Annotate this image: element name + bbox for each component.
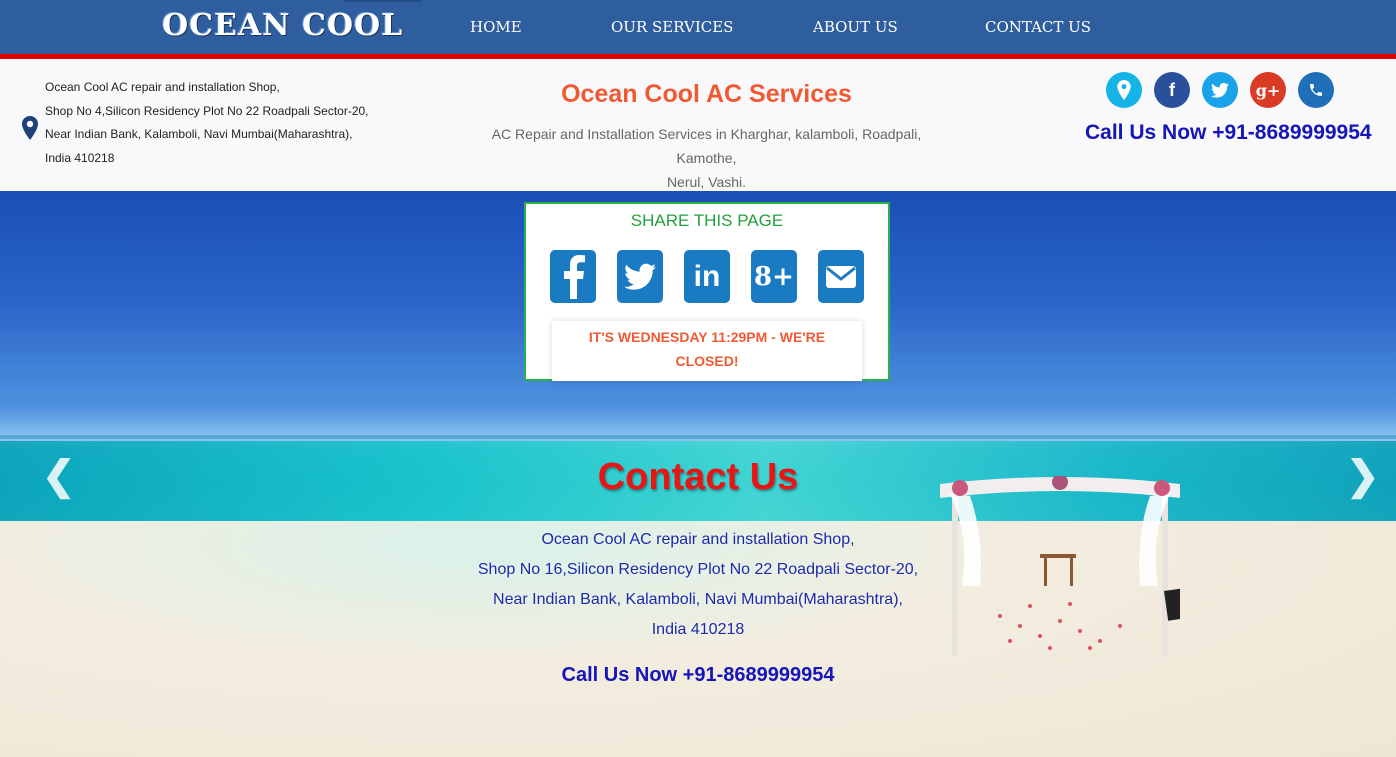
address-line: Shop No 4,Silicon Residency Plot No 22 R… [45,103,369,118]
share-email-icon[interactable] [818,250,864,303]
share-linkedin-icon[interactable]: in [684,250,730,303]
hero-horizon [0,435,1396,439]
phone-icon[interactable] [1298,72,1334,108]
opening-status-text: IT'S WEDNESDAY 11:29PM - WE'RE CLOSED! [552,325,862,373]
contact-address: Ocean Cool AC repair and installation Sh… [0,525,1396,645]
subtitle-line: AC Repair and Installation Services in K… [491,126,922,166]
contact-address-line: India 410218 [651,621,745,638]
contact-address-line: Near Indian Bank, Kalamboli, Navi Mumbai… [493,591,903,608]
page-title: Ocean Cool AC Services [561,80,852,108]
address-line: Ocean Cool AC repair and installation Sh… [45,80,280,94]
share-title: SHARE THIS PAGE [630,211,784,230]
contact-title: Contact Us [597,456,799,498]
nav-about-us[interactable]: ABOUT US [813,18,898,36]
twitter-icon[interactable] [1202,72,1238,108]
share-google-plus-icon[interactable]: 8+ [751,250,797,303]
status-line: CLOSED! [675,353,739,369]
nav-contact-us[interactable]: CONTACT US [985,18,1091,36]
contact-address-line: Shop No 16,Silicon Residency Plot No 22 … [477,561,919,578]
share-box: SHARE THIS PAGE in 8+ IT'S WEDNESDAY 11:… [524,202,890,381]
contact-address-line: Ocean Cool AC repair and installation Sh… [541,531,855,548]
opening-status-box: IT'S WEDNESDAY 11:29PM - WE'RE CLOSED! [552,321,862,381]
page-subtitle: AC Repair and Installation Services in K… [466,122,947,194]
share-twitter-icon[interactable] [617,250,663,303]
facebook-icon[interactable]: f [1154,72,1190,108]
status-line: IT'S WEDNESDAY 11:29PM - WE'RE [588,329,826,345]
logo-tab-marker [344,0,421,2]
map-pin-icon [22,116,38,140]
nav-home[interactable]: HOME [470,18,522,36]
location-icon[interactable] [1106,72,1142,108]
address-line: India 410218 [45,150,115,165]
google-plus-icon[interactable]: g+ [1250,72,1286,108]
call-now-header[interactable]: Call Us Now +91-8689999954 [1085,121,1372,145]
address-line: Near Indian Bank, Kalamboli, Navi Mumbai… [45,127,353,141]
header-address: Ocean Cool AC repair and installation Sh… [45,76,369,170]
top-navbar: OCEAN COOL HOME OUR SERVICES ABOUT US CO… [0,0,1396,54]
nav-our-services[interactable]: OUR SERVICES [611,18,733,36]
contact-call-now[interactable]: Call Us Now +91-8689999954 [0,664,1396,687]
site-logo[interactable]: OCEAN COOL [162,8,403,43]
share-facebook-icon[interactable] [550,250,596,303]
